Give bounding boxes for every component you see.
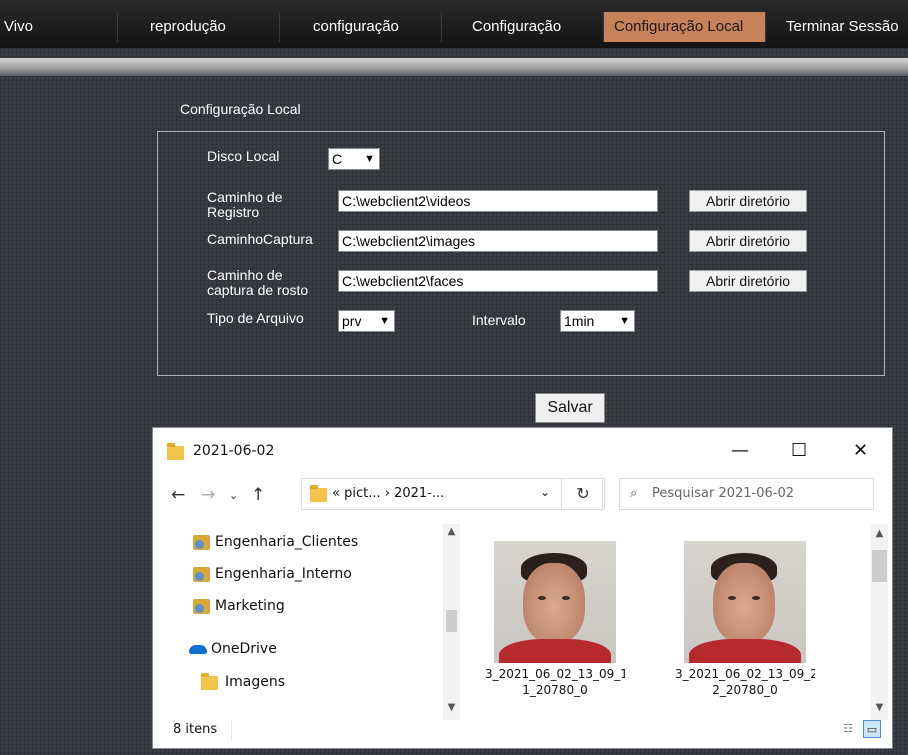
capture-path-input[interactable]: C:\webclient2\images xyxy=(338,230,658,252)
photo-face xyxy=(713,563,775,643)
photo-eye xyxy=(752,596,760,600)
chevron-down-icon: ▼ xyxy=(364,153,375,165)
interval-select[interactable]: 1min ▼ xyxy=(560,310,635,332)
config-panel xyxy=(157,131,885,376)
capture-path-label: CaminhoCaptura xyxy=(207,231,313,247)
nav-item-engenharia-interno[interactable]: Engenharia_Interno xyxy=(193,566,352,582)
photo-face xyxy=(523,563,585,643)
nav-item-engenharia-clientes[interactable]: Engenharia_Clientes xyxy=(193,534,359,550)
file-type-label: Tipo de Arquivo xyxy=(207,310,304,326)
photo-shirt xyxy=(689,639,801,663)
open-capture-dir-button[interactable]: Abrir diretório xyxy=(689,230,807,252)
scroll-thumb[interactable] xyxy=(872,550,887,582)
file-explorer-window: 2021-06-02 — ☐ ✕ ← → ⌄ ↑ « pict... › 202… xyxy=(152,427,893,749)
header-divider-bar xyxy=(0,58,908,76)
content-scrollbar[interactable]: ▲ ▼ xyxy=(871,524,888,720)
face-path-label: Caminho de captura de rosto xyxy=(207,267,309,298)
photo-eye xyxy=(562,596,570,600)
window-title: 2021-06-02 xyxy=(193,443,275,459)
record-path-label: Caminho de Registro xyxy=(207,189,283,220)
disk-value: C xyxy=(332,151,343,167)
nav-item-label: Marketing xyxy=(215,598,285,614)
scroll-up-icon[interactable]: ▲ xyxy=(443,526,460,537)
tab-reproducao[interactable]: reprodução xyxy=(118,12,280,42)
scroll-down-icon[interactable]: ▼ xyxy=(443,702,460,713)
folder-icon xyxy=(167,443,184,460)
file-name-1[interactable]: 3_2021_06_02_13_09_19_0x0000000 1_20780_… xyxy=(485,666,625,714)
nav-item-label: Imagens xyxy=(225,674,286,690)
nav-item-marketing[interactable]: Marketing xyxy=(193,598,285,614)
shared-folder-icon xyxy=(193,599,210,614)
tab-configuracao-2[interactable]: Configuração xyxy=(442,12,604,42)
face-path-input[interactable]: C:\webclient2\faces xyxy=(338,270,658,292)
navigation-pane: Engenharia_Clientes Engenharia_Interno M… xyxy=(153,524,465,720)
window-title-bar[interactable]: 2021-06-02 — ☐ ✕ xyxy=(153,428,892,474)
top-nav: Vivo reprodução configuração Configuraçã… xyxy=(0,0,908,48)
chevron-down-icon[interactable]: ⌄ xyxy=(540,485,550,499)
close-button[interactable]: ✕ xyxy=(853,440,868,461)
file-thumbnail-1[interactable] xyxy=(494,541,616,663)
refresh-button[interactable]: ↻ xyxy=(561,478,605,510)
nav-item-label: OneDrive xyxy=(211,641,277,657)
open-face-dir-button[interactable]: Abrir diretório xyxy=(689,270,807,292)
up-arrow-icon[interactable]: ↑ xyxy=(251,485,265,505)
chevron-down-icon: ▼ xyxy=(619,315,630,327)
interval-value: 1min xyxy=(564,313,595,329)
scroll-down-icon[interactable]: ▼ xyxy=(871,702,888,713)
file-name-2[interactable]: 3_2021_06_02_13_09_24_0x0000000 2_20780_… xyxy=(675,666,815,714)
disk-label: Disco Local xyxy=(207,148,280,164)
chevron-down-icon: ▼ xyxy=(379,315,390,327)
photo-shirt xyxy=(499,639,611,663)
nav-item-label: Engenharia_Clientes xyxy=(215,534,359,550)
address-bar[interactable]: « pict... › 2021-... ⌄ xyxy=(301,478,603,510)
nav-item-imagens[interactable]: Imagens xyxy=(201,673,286,690)
large-icons-view-icon[interactable]: ▭ xyxy=(863,720,881,738)
disk-select[interactable]: C ▼ xyxy=(328,148,380,170)
search-input[interactable]: ⌕ Pesquisar 2021-06-02 xyxy=(619,478,874,510)
back-arrow-icon[interactable]: ← xyxy=(171,485,185,505)
open-record-dir-button[interactable]: Abrir diretório xyxy=(689,190,807,212)
tab-configuracao-1[interactable]: configuração xyxy=(280,12,442,42)
save-button[interactable]: Salvar xyxy=(535,393,605,423)
recent-dropdown-icon[interactable]: ⌄ xyxy=(229,489,238,502)
photo-eye xyxy=(538,596,546,600)
search-placeholder: Pesquisar 2021-06-02 xyxy=(652,486,795,501)
tab-vivo[interactable]: Vivo xyxy=(0,12,118,42)
shared-folder-icon xyxy=(193,535,210,550)
tab-configuracao-local[interactable]: Configuração Local xyxy=(604,12,766,42)
details-view-icon[interactable]: ☷ xyxy=(839,720,857,738)
scroll-up-icon[interactable]: ▲ xyxy=(871,528,888,539)
maximize-button[interactable]: ☐ xyxy=(791,440,807,461)
nav-item-onedrive[interactable]: OneDrive xyxy=(189,641,277,657)
file-thumbnail-2[interactable] xyxy=(684,541,806,663)
photo-eye xyxy=(728,596,736,600)
interval-label: Intervalo xyxy=(472,312,526,328)
search-icon: ⌕ xyxy=(630,486,638,501)
forward-arrow-icon[interactable]: → xyxy=(201,485,215,505)
section-title: Configuração Local xyxy=(180,101,301,117)
status-divider xyxy=(231,720,232,740)
file-type-select[interactable]: prv ▼ xyxy=(338,310,395,332)
item-count: 8 itens xyxy=(173,722,218,737)
address-path: « pict... › 2021-... xyxy=(332,486,445,501)
tab-terminar-sessao[interactable]: Terminar Sessão xyxy=(766,12,908,42)
nav-item-label: Engenharia_Interno xyxy=(215,566,352,582)
nav-scrollbar[interactable]: ▲ ▼ xyxy=(443,524,460,720)
minimize-button[interactable]: — xyxy=(731,440,749,461)
onedrive-icon xyxy=(189,645,207,654)
folder-icon xyxy=(201,673,218,690)
file-type-value: prv xyxy=(342,313,362,329)
folder-icon xyxy=(310,485,327,502)
scroll-thumb[interactable] xyxy=(446,610,457,632)
record-path-input[interactable]: C:\webclient2\videos xyxy=(338,190,658,212)
shared-folder-icon xyxy=(193,567,210,582)
